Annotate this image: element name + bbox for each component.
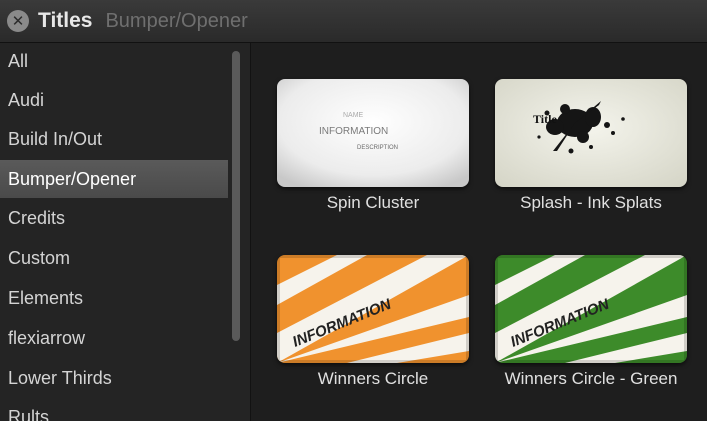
sidebar-item-custom[interactable]: Custom bbox=[0, 239, 228, 277]
title-tile-spin-cluster[interactable]: NAME INFORMATION DESCRIPTION Spin Cluste… bbox=[275, 79, 471, 214]
sidebar-item-lower-thirds[interactable]: Lower Thirds bbox=[0, 359, 228, 397]
thumb-text-description: DESCRIPTION bbox=[357, 145, 398, 151]
spin-cluster-thumbnail: NAME INFORMATION DESCRIPTION bbox=[277, 79, 469, 187]
close-icon[interactable]: ✕ bbox=[7, 10, 29, 32]
sidebar-item-flexiarrow[interactable]: flexiarrow bbox=[0, 319, 228, 357]
thumb-text-name: NAME bbox=[343, 112, 364, 119]
sidebar-item-build-in-out[interactable]: Build In/Out bbox=[0, 120, 228, 158]
thumb-text-information: INFORMATION bbox=[319, 126, 388, 137]
title-tile-winners-circle[interactable]: INFORMATION Winners Circle bbox=[275, 255, 471, 390]
winners-circle-green-thumbnail: INFORMATION bbox=[495, 255, 687, 363]
sidebar-item-credits[interactable]: Credits bbox=[0, 199, 228, 237]
category-sidebar: All Audi Build In/Out Bumper/Opener Cred… bbox=[0, 43, 251, 421]
thumb-text-title: Title bbox=[533, 112, 557, 126]
browser-header: ✕ Titles Bumper/Opener bbox=[0, 0, 707, 43]
sidebar-item-audi[interactable]: Audi bbox=[0, 81, 228, 119]
title-tile-splash-ink-splats[interactable]: Title Splash - Ink Splats bbox=[493, 79, 689, 214]
tile-label: Winners Circle - Green bbox=[504, 369, 678, 388]
titles-grid: NAME INFORMATION DESCRIPTION Spin Cluste… bbox=[251, 43, 707, 421]
sidebar-item-all[interactable]: All bbox=[0, 43, 228, 80]
splash-ink-splats-thumbnail: Title bbox=[495, 79, 687, 187]
tile-label: Splash - Ink Splats bbox=[520, 193, 662, 212]
winners-circle-thumbnail: INFORMATION bbox=[277, 255, 469, 363]
sidebar-item-rults[interactable]: Rults bbox=[0, 398, 228, 421]
current-category: Bumper/Opener bbox=[105, 9, 248, 32]
title-tile-winners-circle-green[interactable]: INFORMATION Winners Circle - Green bbox=[493, 255, 689, 390]
sidebar-scrollbar[interactable] bbox=[232, 51, 240, 341]
sidebar-item-elements[interactable]: Elements bbox=[0, 279, 228, 317]
tile-label: Spin Cluster bbox=[326, 193, 420, 212]
sidebar-item-bumper-opener[interactable]: Bumper/Opener bbox=[0, 160, 228, 198]
browser-title: Titles bbox=[38, 9, 93, 32]
tile-label: Winners Circle bbox=[317, 369, 429, 388]
